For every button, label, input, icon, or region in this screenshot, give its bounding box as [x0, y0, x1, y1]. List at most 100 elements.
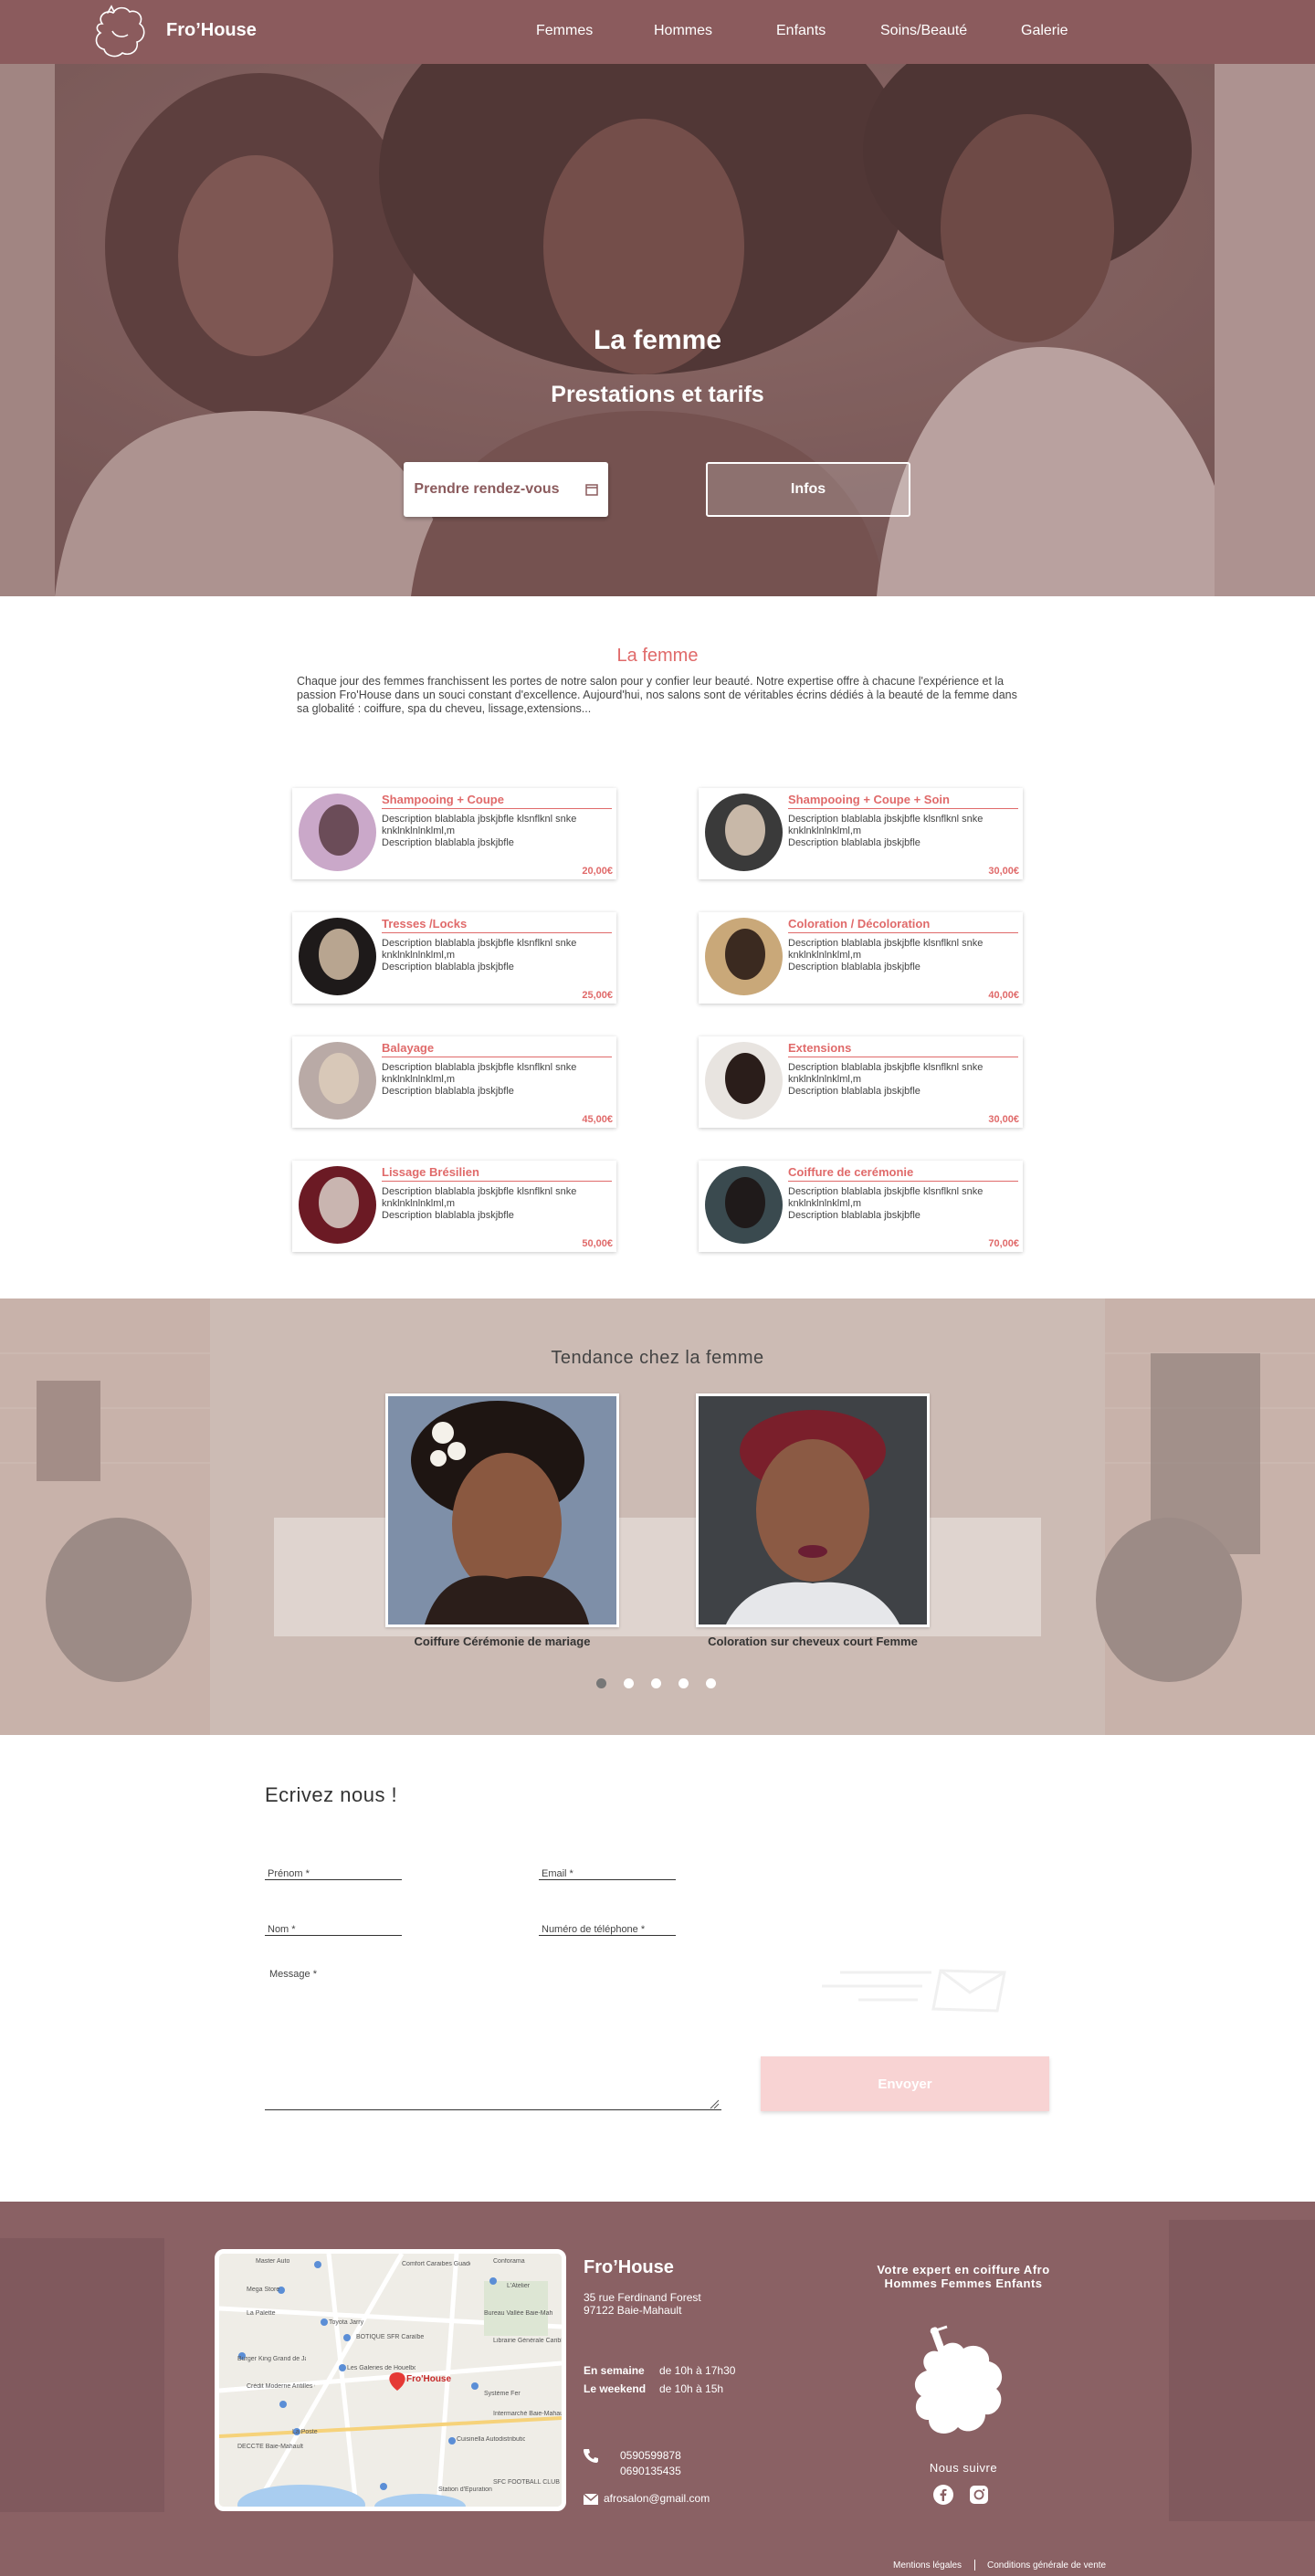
map-label: Comfort Caraibes Guadeloupe	[402, 2261, 470, 2267]
phone-field[interactable]: Numéro de téléphone *	[539, 1924, 676, 1936]
service-title: Shampooing + Coupe	[382, 793, 612, 809]
map-label: La Palette	[247, 2310, 276, 2317]
service-description: Description blablabla jbskjbfle klsnflkn…	[788, 1062, 1018, 1098]
resize-handle-icon[interactable]	[709, 2098, 720, 2109]
service-title: Tresses /Locks	[382, 917, 612, 933]
weekend-hours: de 10h à 15h	[659, 2382, 724, 2395]
trend-caption-1: Coiffure Cérémonie de mariage	[414, 1635, 591, 1648]
map-label: DECCTE Baie-Mahault	[237, 2444, 303, 2450]
service-thumbnail	[705, 1166, 783, 1244]
service-thumbnail	[705, 794, 783, 871]
service-title: Lissage Brésilien	[382, 1165, 612, 1182]
location-map[interactable]: Fro'House Conforama Comfort Caraibes Guad…	[215, 2249, 566, 2511]
facebook-icon[interactable]	[933, 2485, 953, 2505]
carousel-dot-1[interactable]	[596, 1678, 606, 1688]
trend-image-2[interactable]	[696, 1393, 930, 1627]
nav-hommes[interactable]: Hommes	[654, 23, 712, 39]
service-desc-line-2: Description blablabla jbskjbfle	[382, 837, 514, 848]
map-label: BOTIQUE SFR Caraïbe Bergevin	[356, 2334, 425, 2340]
service-price: 30,00€	[988, 1114, 1019, 1125]
carousel-dot-3[interactable]	[651, 1678, 661, 1688]
nav-galerie[interactable]: Galerie	[1021, 23, 1068, 39]
service-card[interactable]: Extensions Description blablabla jbskjbfl…	[699, 1036, 1023, 1128]
service-description: Description blablabla jbskjbfle klsnflkn…	[382, 814, 612, 849]
service-description: Description blablabla jbskjbfle klsnflkn…	[382, 938, 612, 973]
service-card[interactable]: Lissage Brésilien Description blablabla j…	[292, 1161, 616, 1252]
site-header: Fro’House Femmes Hommes Enfants Soins/Be…	[0, 0, 1315, 64]
service-desc-line-1: Description blablabla jbskjbfle klsnflkn…	[382, 814, 577, 836]
map-label: SFC FOOTBALL CLUB	[493, 2479, 560, 2486]
service-desc-line-1: Description blablabla jbskjbfle klsnflkn…	[382, 938, 577, 961]
service-desc-line-2: Description blablabla jbskjbfle	[382, 1086, 514, 1097]
service-card[interactable]: Coloration / Décoloration Description bla…	[699, 912, 1023, 1004]
service-card[interactable]: Balayage Description blablabla jbskjbfle …	[292, 1036, 616, 1128]
tagline-line-2: Hommes Femmes Enfants	[884, 2276, 1043, 2290]
nav-soins-beaute[interactable]: Soins/Beauté	[880, 23, 967, 39]
brand-name[interactable]: Fro’House	[166, 20, 257, 41]
afro-logo-icon[interactable]	[89, 4, 150, 60]
send-button[interactable]: Envoyer	[761, 2056, 1049, 2111]
map-label: Station d'Épuration	[438, 2487, 492, 2493]
address-line-1: 35 rue Ferdinand Forest	[584, 2291, 701, 2304]
footer-brand: Fro’House	[584, 2257, 674, 2277]
map-label: Intermarché Baie-Mahault	[493, 2411, 562, 2417]
envelope-decoration-icon	[822, 1969, 1006, 2013]
service-thumbnail	[299, 918, 376, 995]
last-name-field[interactable]: Nom *	[265, 1924, 402, 1936]
trend-caption-2: Coloration sur cheveux court Femme	[708, 1635, 918, 1648]
phone-icon	[584, 2449, 598, 2463]
nav-enfants[interactable]: Enfants	[776, 23, 826, 39]
footer-email[interactable]: afrosalon@gmail.com	[583, 2492, 710, 2505]
email-address[interactable]: afrosalon@gmail.com	[604, 2492, 710, 2505]
phone-number-2[interactable]: 0690135435	[620, 2464, 681, 2479]
hero-title: La femme	[593, 325, 722, 355]
first-name-field[interactable]: Prénom *	[265, 1868, 402, 1880]
map-label: Les Galeries de Houelbourg	[347, 2365, 416, 2371]
service-desc-line-1: Description blablabla jbskjbfle klsnflkn…	[382, 1062, 577, 1085]
service-desc-line-1: Description blablabla jbskjbfle klsnflkn…	[788, 1062, 984, 1085]
service-card[interactable]: Shampooing + Coupe + Soin Description bla…	[699, 788, 1023, 879]
service-desc-line-2: Description blablabla jbskjbfle	[788, 962, 920, 973]
ceremony-hairstyle-photo	[388, 1396, 616, 1624]
carousel-dot-4[interactable]	[679, 1678, 689, 1688]
service-card[interactable]: Coiffure de cerémonie Description blablab…	[699, 1161, 1023, 1252]
map-label: La Poste	[292, 2429, 318, 2435]
map-label: Conforama	[493, 2258, 525, 2265]
service-desc-line-1: Description blablabla jbskjbfle klsnflkn…	[788, 814, 984, 836]
afro-silhouette-logo-icon	[914, 2325, 1003, 2434]
footer-divider	[974, 2560, 975, 2571]
service-desc-line-2: Description blablabla jbskjbfle	[382, 1210, 514, 1221]
service-desc-line-2: Description blablabla jbskjbfle	[382, 962, 514, 973]
service-thumbnail	[705, 918, 783, 995]
book-appointment-label: Prendre rendez-vous	[414, 481, 560, 497]
service-description: Description blablabla jbskjbfle klsnflkn…	[788, 1186, 1018, 1222]
phone-number-1[interactable]: 0590599878	[620, 2448, 681, 2464]
instagram-icon[interactable]	[970, 2486, 988, 2504]
service-card[interactable]: Shampooing + Coupe Description blablabla …	[292, 788, 616, 879]
map-label: Toyota Jarry	[329, 2319, 364, 2326]
infos-button[interactable]: Infos	[706, 462, 910, 517]
site-footer: Fro'House Conforama Comfort Caraibes Guad…	[0, 2202, 1315, 2576]
email-field[interactable]: Email *	[539, 1868, 676, 1880]
contact-title: Ecrivez nous !	[265, 1783, 398, 1806]
terms-of-sale-link[interactable]: Conditions générale de vente	[987, 2560, 1106, 2571]
map-label: Mega Store	[247, 2287, 280, 2293]
legal-notice-link[interactable]: Mentions légales	[893, 2560, 962, 2571]
service-card[interactable]: Tresses /Locks Description blablabla jbsk…	[292, 912, 616, 1004]
book-appointment-button[interactable]: Prendre rendez-vous	[404, 462, 608, 517]
carousel-dot-5[interactable]	[706, 1678, 716, 1688]
service-thumbnail	[705, 1042, 783, 1120]
service-desc-line-2: Description blablabla jbskjbfle	[788, 837, 920, 848]
tagline-line-1: Votre expert en coiffure Afro	[877, 2263, 1050, 2276]
carousel-dot-2[interactable]	[624, 1678, 634, 1688]
service-title: Extensions	[788, 1041, 1018, 1057]
service-description: Description blablabla jbskjbfle klsnflkn…	[382, 1186, 612, 1222]
trend-image-1[interactable]	[385, 1393, 619, 1627]
service-price: 45,00€	[582, 1114, 613, 1125]
service-thumbnail	[299, 1166, 376, 1244]
service-desc-line-2: Description blablabla jbskjbfle	[788, 1210, 920, 1221]
service-description: Description blablabla jbskjbfle klsnflkn…	[382, 1062, 612, 1098]
message-textarea[interactable]: Message *	[265, 1969, 721, 2110]
footer-hours: En semaine de 10h à 17h30 Le weekend de 10…	[584, 2361, 735, 2398]
nav-femmes[interactable]: Femmes	[536, 23, 593, 39]
